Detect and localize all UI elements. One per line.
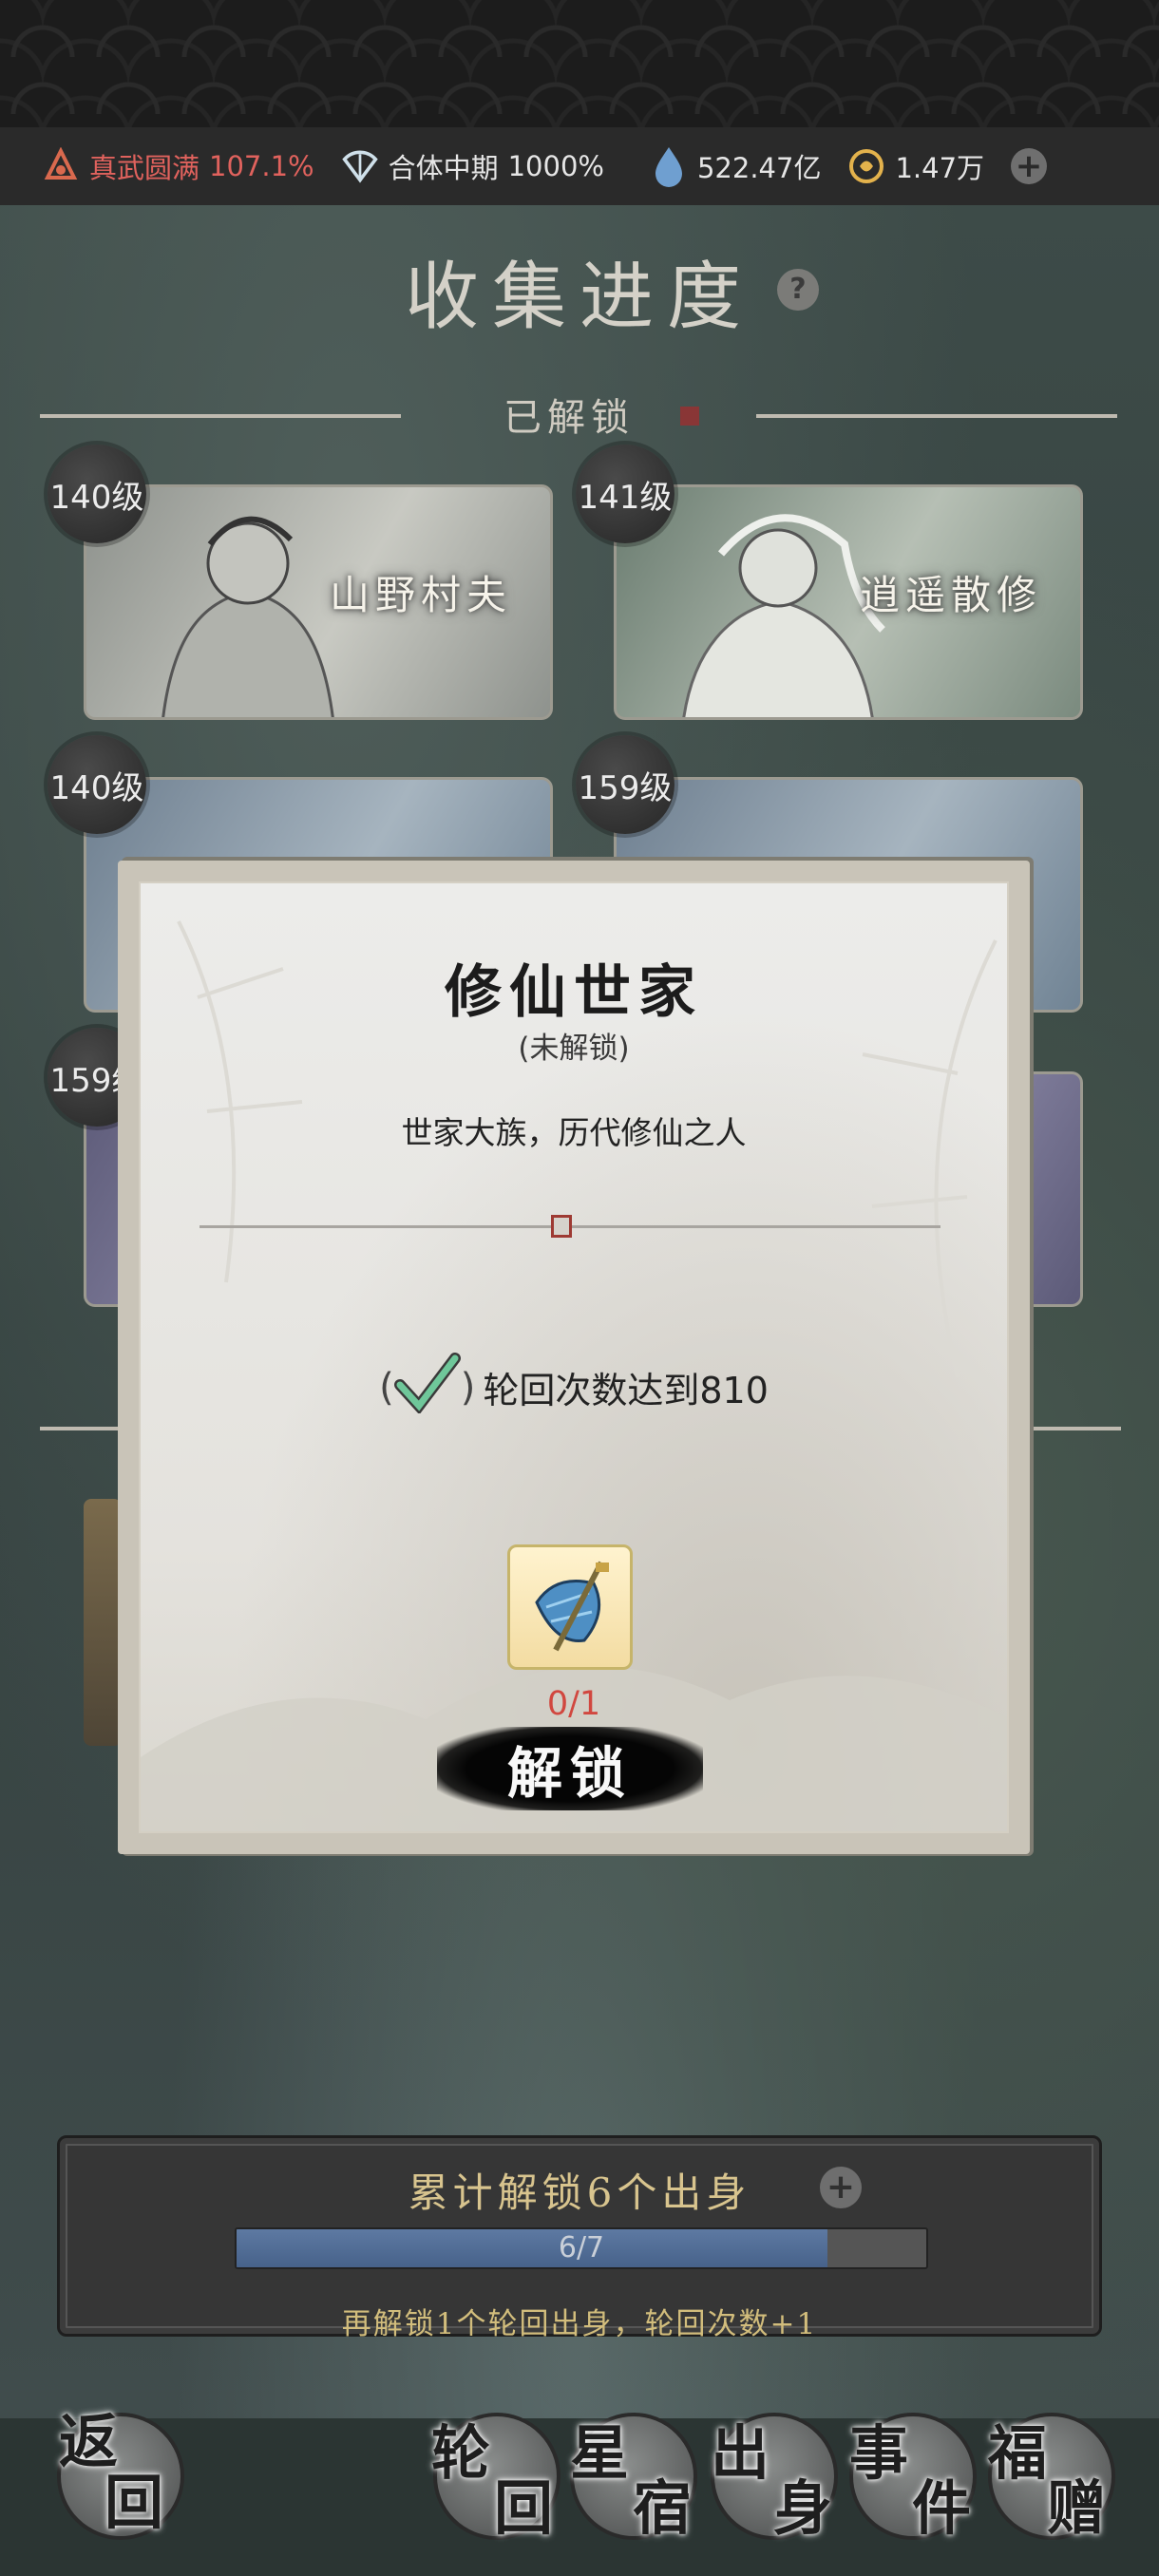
nav-char: 事 (849, 2418, 909, 2488)
progress-title: 累计解锁6个出身 (408, 2169, 751, 2216)
origin-card-mountain-villager[interactable]: 山野村夫 (84, 484, 553, 720)
modal-paper: 修仙世家 (未解锁) 世家大族，历代修仙之人 ( ) 轮回次数达到810 0/1… (139, 881, 1009, 1833)
nav-reincarnation[interactable]: 轮 回 (431, 2413, 560, 2543)
nav-char: 星 (570, 2418, 630, 2488)
unlock-requirement: ( ) 轮回次数达到810 (141, 1353, 1007, 1422)
coin-value: 1.47万 (895, 152, 985, 184)
origin-detail-modal: 修仙世家 (未解锁) 世家大族，历代修仙之人 ( ) 轮回次数达到810 0/1… (118, 861, 1030, 1854)
fan-sword-icon (535, 1561, 609, 1652)
nav-char: 件 (912, 2473, 972, 2543)
cultivation-resource[interactable]: 合体中期 1000% (341, 146, 604, 186)
card-name: 山野村夫 (329, 572, 512, 618)
level-badge: 140级 (48, 735, 146, 834)
nav-char: 轮 (431, 2418, 491, 2488)
header-pattern (0, 0, 1159, 127)
nav-char: 出 (711, 2418, 770, 2488)
spirit-stone-icon (650, 147, 688, 187)
unlocked-section-label: 已解锁 (504, 396, 635, 440)
lock-status: (未解锁) (518, 1032, 630, 1066)
realm-value: 107.1% (209, 150, 314, 182)
nav-constellation[interactable]: 星 宿 (570, 2413, 697, 2543)
spirit-stone-resource[interactable]: 522.47亿 (650, 146, 822, 187)
origin-description: 世家大族，历代修仙之人 (401, 1114, 747, 1151)
realm-resource[interactable]: 真武圆满 107.1% (42, 146, 314, 186)
realm-label: 真武圆满 (89, 152, 200, 184)
nav-blessings[interactable]: 福 赠 (988, 2413, 1115, 2543)
realm-icon (42, 147, 80, 185)
nav-char: 回 (494, 2473, 554, 2543)
page-title: 收集进度 (404, 255, 754, 340)
requirement-text: 轮回次数达到810 (483, 1370, 769, 1411)
nav-events[interactable]: 事 件 (849, 2413, 977, 2543)
resource-bar: 真武圆满 107.1% 合体中期 1000% 522.47亿 1.47万 + (0, 127, 1159, 205)
collection-progress-panel: 累计解锁6个出身 + 6/7 再解锁1个轮回出身，轮回次数+1 (57, 2135, 1102, 2341)
level-badge: 141级 (576, 445, 674, 543)
back-button[interactable]: 返 回 (57, 2407, 184, 2540)
seal-icon (551, 1215, 572, 1238)
add-currency-button[interactable]: + (1011, 148, 1048, 184)
nav-origin[interactable]: 出 身 (711, 2413, 838, 2543)
paren-close: ) (460, 1365, 476, 1410)
back-char-2: 回 (104, 2468, 164, 2537)
modal-title: 修仙世家 (445, 959, 703, 1026)
card-name: 逍遥散修 (859, 572, 1042, 618)
paren-open: ( (379, 1365, 394, 1410)
nav-char: 赠 (1047, 2473, 1107, 2543)
section-divider-right (756, 414, 1117, 418)
check-icon (393, 1353, 461, 1422)
progress-bar-text: 6/7 (558, 2231, 605, 2264)
coin-resource[interactable]: 1.47万 (847, 146, 984, 186)
nav-char: 宿 (633, 2473, 693, 2543)
bottom-navigation: 返 回 轮 回 星 宿 出 身 事 件 福 赠 (0, 2407, 1159, 2576)
seal-mark (680, 407, 699, 426)
reward-count: 0/1 (546, 1685, 601, 1723)
spirit-stone-value: 522.47亿 (696, 152, 822, 184)
origin-card-wandering-cultivator[interactable]: 逍遥散修 (614, 484, 1083, 720)
locked-origin-card[interactable] (84, 1499, 122, 1746)
level-badge: 159级 (576, 735, 674, 834)
coin-icon (847, 147, 885, 185)
progress-bar: 6/7 (235, 2227, 928, 2269)
nav-char: 福 (988, 2418, 1048, 2488)
level-badge: 140级 (48, 445, 146, 543)
reward-item[interactable] (507, 1544, 633, 1670)
unlock-button[interactable]: 解锁 (437, 1727, 703, 1810)
help-icon[interactable]: ? (777, 269, 819, 311)
progress-note: 再解锁1个轮回出身，轮回次数+1 (341, 2307, 818, 2341)
progress-plus-button[interactable]: + (820, 2167, 862, 2208)
cultivation-label: 合体中期 (388, 152, 499, 184)
fan-icon (341, 147, 379, 185)
cultivation-value: 1000% (507, 150, 604, 182)
nav-char: 身 (773, 2473, 833, 2543)
section-divider-left (40, 414, 401, 418)
